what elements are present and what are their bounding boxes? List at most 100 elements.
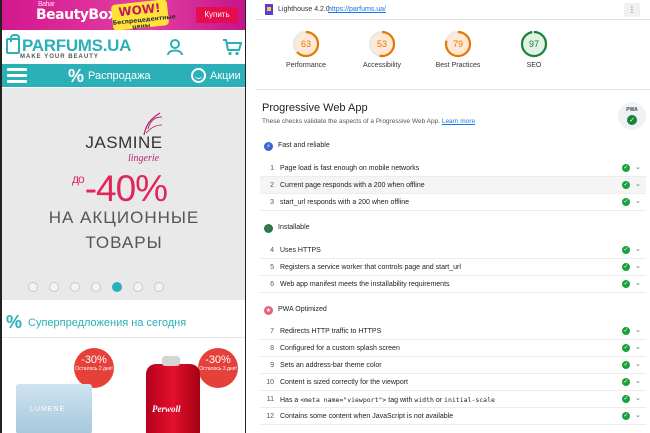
audit-number: 1 bbox=[270, 165, 274, 172]
discount-prefix: до bbox=[72, 172, 85, 186]
badge-note: Осталось 3 дня! bbox=[199, 366, 237, 372]
chevron-down-icon[interactable]: ⌄ bbox=[635, 197, 641, 205]
chevron-down-icon[interactable]: ⌄ bbox=[635, 245, 641, 253]
percent-icon: % bbox=[68, 66, 85, 86]
lighthouse-report: Lighthouse 4.2.0 https://parfums.ua/ ⋮ 6… bbox=[256, 0, 650, 433]
audit-row[interactable]: 3 start_url responds with a 200 when offl… bbox=[260, 194, 646, 211]
promo-banner[interactable]: Bahar BeautyBox WOW! Беспрецедентные цен… bbox=[2, 0, 245, 31]
carousel-dot[interactable] bbox=[91, 282, 101, 292]
audit-code: <meta name="viewport"> bbox=[300, 396, 387, 404]
chevron-down-icon[interactable]: ⌄ bbox=[635, 163, 641, 171]
audit-text: Uses HTTPS bbox=[280, 247, 321, 254]
audit-row[interactable]: 12 Contains some content when JavaScript … bbox=[260, 408, 646, 425]
audit-text-part: tag with bbox=[386, 397, 415, 404]
pass-check-icon: ✓ bbox=[622, 378, 630, 386]
pass-check-icon: ✓ bbox=[622, 181, 630, 189]
audit-row[interactable]: 1 Page load is fast enough on mobile netw… bbox=[260, 160, 646, 177]
menu-icon[interactable] bbox=[7, 68, 27, 83]
audit-text: Registers a service worker that controls… bbox=[280, 264, 461, 271]
audit-row[interactable]: 4 Uses HTTPS ✓ ⌄ bbox=[260, 242, 646, 259]
audit-row[interactable]: 2 Current page responds with a 200 when o… bbox=[260, 177, 646, 194]
gauge-score: 79 bbox=[452, 39, 463, 49]
audit-number: 4 bbox=[270, 247, 274, 254]
score-gauge[interactable]: 63 Performance bbox=[266, 29, 346, 69]
pass-check-icon: ✓ bbox=[622, 327, 630, 335]
superdeals-title: Суперпредложения на сегодня bbox=[28, 317, 187, 329]
carousel-dot[interactable] bbox=[49, 282, 59, 292]
gauge-label: Best Practices bbox=[435, 62, 481, 69]
gauge-score: 53 bbox=[376, 39, 387, 49]
product-card[interactable]: -30% Осталось 3 дня! Perwoll bbox=[124, 344, 242, 433]
learn-more-link[interactable]: Learn more bbox=[442, 118, 475, 125]
chevron-down-icon[interactable]: ⌄ bbox=[635, 360, 641, 368]
product-image-label: Perwoll bbox=[152, 404, 181, 414]
divider bbox=[256, 89, 650, 90]
audit-number: 7 bbox=[270, 328, 274, 335]
audit-text: Page load is fast enough on mobile netwo… bbox=[280, 165, 420, 172]
chevron-down-icon[interactable]: ⌄ bbox=[635, 279, 641, 287]
carousel-dot[interactable] bbox=[70, 282, 80, 292]
promo-brand: BeautyBox bbox=[36, 7, 117, 23]
score-gauge[interactable]: 79 Best Practices bbox=[418, 29, 498, 69]
audit-text-part: Has a bbox=[280, 397, 301, 404]
audit-number: 11 bbox=[266, 396, 274, 403]
percent-icon: % bbox=[6, 312, 23, 332]
chevron-down-icon[interactable]: ⌄ bbox=[635, 377, 641, 385]
pwa-badge-label: PWA bbox=[626, 107, 638, 113]
beautybox-logo: Bahar BeautyBox bbox=[36, 1, 117, 23]
report-topbar: Lighthouse 4.2.0 https://parfums.ua/ ⋮ bbox=[256, 0, 650, 20]
score-gauge[interactable]: 53 Accessibility bbox=[342, 29, 422, 69]
discount-badge: -30% Осталось 2 дня! bbox=[74, 348, 114, 388]
site-logo[interactable]: PARFUMS.UA MAKE YOUR BEAUTY bbox=[6, 34, 131, 60]
gauge-score: 63 bbox=[300, 39, 311, 49]
group-icon: ⚡ bbox=[264, 142, 273, 151]
product-image: Perwoll bbox=[146, 356, 200, 433]
audit-code: initial-scale bbox=[444, 396, 495, 404]
audit-row[interactable]: 6 Web app manifest meets the installabili… bbox=[260, 276, 646, 293]
audit-number: 5 bbox=[270, 264, 274, 271]
audit-text: Configured for a custom splash screen bbox=[280, 345, 400, 352]
chevron-down-icon[interactable]: ⌄ bbox=[635, 394, 641, 402]
audit-row[interactable]: 5 Registers a service worker that control… bbox=[260, 259, 646, 276]
audit-row[interactable]: 11 Has a <meta name="viewport"> tag with … bbox=[260, 391, 646, 408]
chevron-down-icon[interactable]: ⌄ bbox=[635, 411, 641, 419]
audit-group-header: ➕ Installable bbox=[256, 222, 650, 236]
chevron-down-icon[interactable]: ⌄ bbox=[635, 262, 641, 270]
chevron-down-icon[interactable]: ⌄ bbox=[635, 343, 641, 351]
lighthouse-icon bbox=[265, 4, 273, 15]
carousel-dot[interactable] bbox=[154, 282, 164, 292]
pass-check-icon: ✓ bbox=[622, 361, 630, 369]
audit-number: 3 bbox=[270, 199, 274, 206]
hero-banner[interactable]: JASMINE lingerie до-40% НА АКЦИОННЫЕ ТОВ… bbox=[2, 88, 245, 300]
product-card[interactable]: -30% Осталось 2 дня! LUMENE bbox=[2, 344, 120, 433]
score-gauge[interactable]: 97 SEO bbox=[494, 29, 574, 69]
audit-group-header: ⚡ Fast and reliable bbox=[256, 140, 650, 154]
superdeals-header: % Суперпредложения на сегодня bbox=[2, 308, 245, 338]
carousel-dot[interactable] bbox=[28, 282, 38, 292]
carousel-dot[interactable] bbox=[133, 282, 143, 292]
chevron-down-icon[interactable]: ⌄ bbox=[635, 326, 641, 334]
nav-actions-link[interactable]: Акции bbox=[210, 70, 241, 82]
audit-row[interactable]: 9 Sets an address-bar theme color ✓ ⌄ bbox=[260, 357, 646, 374]
cart-icon[interactable] bbox=[222, 38, 242, 56]
carousel-dot[interactable] bbox=[112, 282, 122, 292]
promo-buy-button[interactable]: Купить bbox=[196, 7, 238, 23]
user-icon[interactable] bbox=[166, 38, 184, 56]
chevron-down-icon[interactable]: ⌄ bbox=[635, 180, 641, 188]
group-icon: ★ bbox=[264, 306, 273, 315]
group-icon: ➕ bbox=[264, 224, 273, 233]
audit-row[interactable]: 7 Redirects HTTP traffic to HTTPS ✓ ⌄ bbox=[260, 323, 646, 340]
nav-sale-link[interactable]: Распродажа bbox=[88, 70, 151, 82]
audit-number: 2 bbox=[270, 182, 274, 189]
audit-row[interactable]: 8 Configured for a custom splash screen ✓ ⌄ bbox=[260, 340, 646, 357]
report-url-link[interactable]: https://parfums.ua/ bbox=[328, 6, 386, 13]
share-icon[interactable]: ⋮ bbox=[624, 3, 640, 17]
audit-text: start_url responds with a 200 when offli… bbox=[280, 199, 410, 206]
pass-check-icon: ✓ bbox=[622, 164, 630, 172]
pass-check-icon: ✓ bbox=[622, 280, 630, 288]
badge-note: Осталось 2 дня! bbox=[75, 366, 113, 372]
audit-number: 6 bbox=[270, 281, 274, 288]
audit-row[interactable]: 10 Content is sized correctly for the vie… bbox=[260, 374, 646, 391]
gauge-label: Accessibility bbox=[362, 62, 402, 69]
audit-group-header: ★ PWA Optimized bbox=[256, 304, 650, 318]
